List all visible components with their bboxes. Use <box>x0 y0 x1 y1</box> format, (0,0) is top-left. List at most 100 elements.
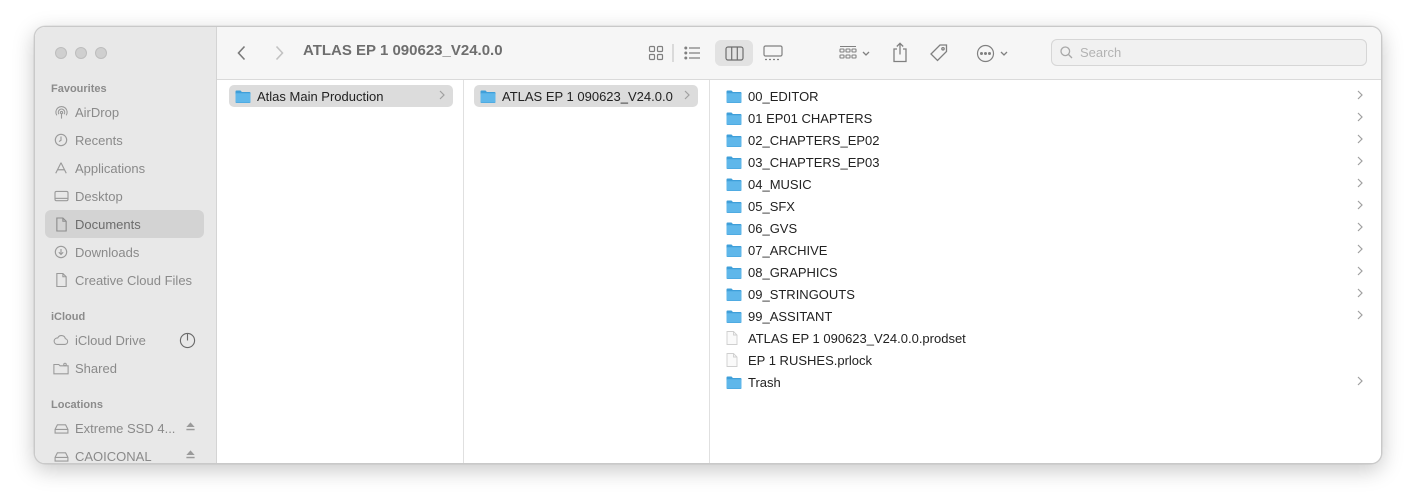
toolbar: ATLAS EP 1 090623_V24.0.0 <box>217 27 1381 80</box>
airdrop-icon <box>53 104 69 120</box>
sidebar-item-label: Documents <box>75 216 141 232</box>
folder-icon <box>726 133 742 147</box>
more-actions-button[interactable] <box>972 43 1012 63</box>
sidebar-item-applications[interactable]: Applications <box>45 154 204 182</box>
chevron-right-icon <box>1357 156 1363 166</box>
search-field[interactable] <box>1051 39 1367 66</box>
grid-icon <box>648 45 664 61</box>
sidebar-item-label: Applications <box>75 160 146 176</box>
list-item-atlas-main-production[interactable]: Atlas Main Production <box>229 85 453 107</box>
sidebar-item-label: AirDrop <box>75 104 120 120</box>
folder-row[interactable]: 01 EP01 CHAPTERS <box>720 107 1371 129</box>
list-item-label: ATLAS EP 1 090623_V24.0.0.prodset <box>748 330 966 346</box>
search-icon <box>1060 46 1073 59</box>
list-item-label: 03_CHAPTERS_EP03 <box>748 154 880 170</box>
forward-button[interactable] <box>271 43 287 63</box>
drive-icon <box>53 448 69 463</box>
minimize-button[interactable] <box>75 47 87 59</box>
browser-column-2: ATLAS EP 1 090623_V24.0.0 <box>464 80 710 463</box>
tag-button[interactable] <box>928 42 950 64</box>
folder-row[interactable]: 99_ASSITANT <box>720 305 1371 327</box>
sidebar-item-icloud-drive[interactable]: iCloud Drive <box>45 326 204 354</box>
shared-folder-icon <box>53 360 69 376</box>
folder-row[interactable]: 00_EDITOR <box>720 85 1371 107</box>
chevron-right-icon <box>439 90 445 100</box>
chevron-right-icon <box>1357 200 1363 210</box>
icon-view-button[interactable] <box>647 44 665 62</box>
back-button[interactable] <box>233 43 249 63</box>
gallery-view-button[interactable] <box>762 43 784 63</box>
sidebar-item-caoiconal[interactable]: CAOICONAL <box>45 442 204 464</box>
eject-icon[interactable] <box>185 421 196 432</box>
list-item-label: 01 EP01 CHAPTERS <box>748 110 873 126</box>
list-item-label: Atlas Main Production <box>257 88 384 104</box>
ellipsis-circle-icon <box>976 44 995 62</box>
file-icon <box>726 331 742 345</box>
chevron-right-icon <box>275 45 284 61</box>
eject-icon[interactable] <box>185 449 196 460</box>
list-icon <box>683 46 700 60</box>
close-button[interactable] <box>55 47 67 59</box>
list-item-label: 05_SFX <box>748 198 795 214</box>
file-row[interactable]: EP 1 RUSHES.prlock <box>720 349 1371 371</box>
file-row[interactable]: ATLAS EP 1 090623_V24.0.0.prodset <box>720 327 1371 349</box>
list-item-atlas-ep1-v24[interactable]: ATLAS EP 1 090623_V24.0.0 <box>474 85 698 107</box>
folder-row[interactable]: 05_SFX <box>720 195 1371 217</box>
folder-row[interactable]: 02_CHAPTERS_EP02 <box>720 129 1371 151</box>
chevron-right-icon <box>1357 178 1363 188</box>
sidebar-section-icloud: iCloud <box>51 311 86 323</box>
chevron-right-icon <box>1357 90 1363 100</box>
column-view-button[interactable] <box>715 40 753 66</box>
sidebar-item-label: Recents <box>75 132 123 148</box>
folder-icon <box>726 375 742 389</box>
list-view-button[interactable] <box>683 44 701 62</box>
chevron-right-icon <box>1357 112 1363 122</box>
chevron-right-icon <box>1357 244 1363 254</box>
sidebar-item-documents[interactable]: Documents <box>45 210 204 238</box>
folder-icon <box>726 243 742 257</box>
sidebar-item-downloads[interactable]: Downloads <box>45 238 204 266</box>
gallery-icon <box>763 44 783 60</box>
folder-icon <box>726 199 742 213</box>
chevron-down-icon <box>862 51 869 56</box>
sidebar-item-label: CAOICONAL <box>75 448 152 464</box>
folder-icon <box>726 309 742 323</box>
list-item-label: 99_ASSITANT <box>748 308 833 324</box>
chevron-right-icon <box>1357 288 1363 298</box>
list-item-label: 00_EDITOR <box>748 88 819 104</box>
group-button[interactable] <box>835 43 873 63</box>
list-item-label: EP 1 RUSHES.prlock <box>748 352 873 368</box>
chevron-right-icon <box>1357 266 1363 276</box>
zoom-button[interactable] <box>95 47 107 59</box>
applications-icon <box>53 160 69 176</box>
chevron-right-icon <box>1357 376 1363 386</box>
browser-column-3: 00_EDITOR 01 EP01 CHAPTERS 02_CHAPTERS_EP0… <box>710 80 1381 463</box>
list-item-label: 08_GRAPHICS <box>748 264 838 280</box>
sidebar-item-label: iCloud Drive <box>75 332 146 348</box>
tag-icon <box>930 44 948 62</box>
sidebar-item-desktop[interactable]: Desktop <box>45 182 204 210</box>
list-item-label: 09_STRINGOUTS <box>748 286 855 302</box>
sidebar-item-airdrop[interactable]: AirDrop <box>45 98 204 126</box>
sidebar-section-locations: Locations <box>51 399 103 411</box>
sidebar-item-creative-cloud-files[interactable]: Creative Cloud Files <box>45 266 204 294</box>
folder-row[interactable]: 09_STRINGOUTS <box>720 283 1371 305</box>
clock-icon <box>53 132 69 148</box>
drive-icon <box>53 420 69 436</box>
sidebar-item-shared[interactable]: Shared <box>45 354 204 382</box>
folder-icon <box>726 265 742 279</box>
folder-row[interactable]: 08_GRAPHICS <box>720 261 1371 283</box>
columns-icon <box>725 46 744 61</box>
folder-row[interactable]: 07_ARCHIVE <box>720 239 1371 261</box>
share-button[interactable] <box>890 40 910 64</box>
sidebar-item-recents[interactable]: Recents <box>45 126 204 154</box>
search-input[interactable] <box>1078 44 1362 61</box>
folder-row[interactable]: 06_GVS <box>720 217 1371 239</box>
folder-row[interactable]: Trash <box>720 371 1371 393</box>
chevron-right-icon <box>684 90 690 100</box>
sidebar-item-extreme-ssd[interactable]: Extreme SSD 4... <box>45 414 204 442</box>
folder-row[interactable]: 04_MUSIC <box>720 173 1371 195</box>
window-title: ATLAS EP 1 090623_V24.0.0 <box>303 42 503 59</box>
folder-row[interactable]: 03_CHAPTERS_EP03 <box>720 151 1371 173</box>
sidebar: Favourites AirDrop Recents Applications … <box>35 27 217 463</box>
